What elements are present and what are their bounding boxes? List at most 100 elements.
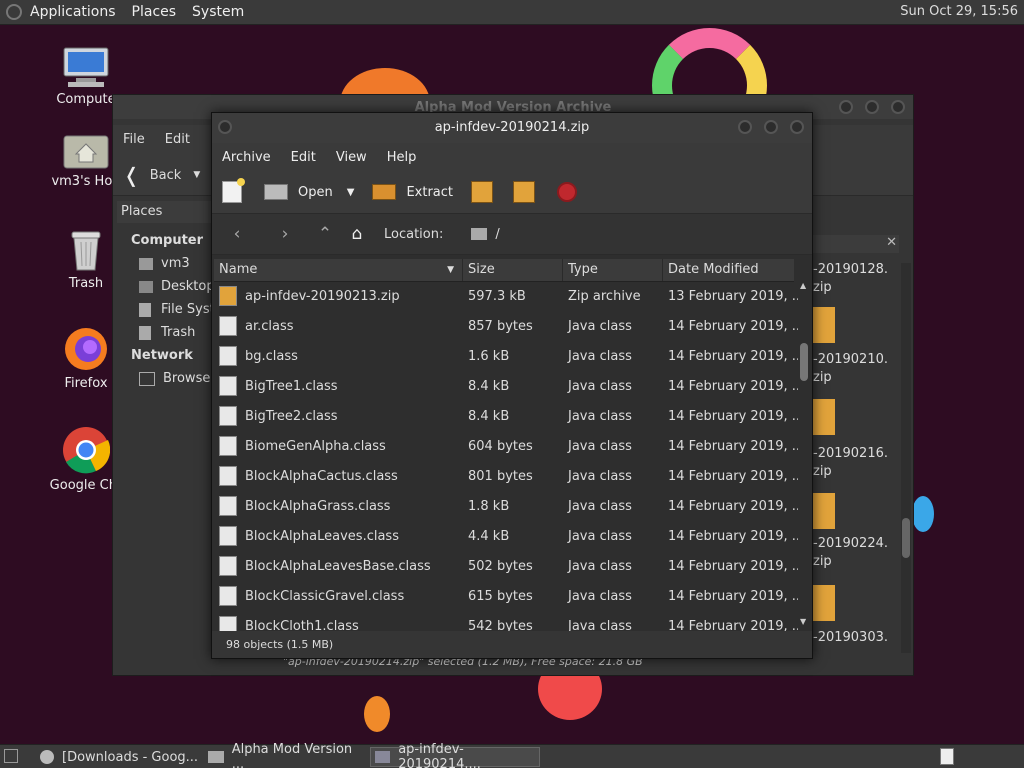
menu-edit[interactable]: Edit: [281, 150, 326, 165]
table-row[interactable]: BlockAlphaCactus.class 801 bytes Java clas…: [214, 461, 798, 491]
sidebar-item-desktop[interactable]: Desktop: [139, 279, 215, 294]
applications-logo-icon[interactable]: [6, 4, 22, 20]
menu-system[interactable]: System: [184, 4, 252, 20]
sidebar-item-trash[interactable]: Trash: [139, 325, 195, 340]
column-header-size[interactable]: Size: [463, 259, 563, 281]
scroll-thumb[interactable]: [902, 518, 910, 558]
file-name-cell: BlockAlphaGrass.class: [245, 498, 391, 514]
table-row[interactable]: BigTree2.class 8.4 kB Java class 14 Februar…: [214, 401, 798, 431]
trash-icon: [139, 325, 151, 340]
menu-applications[interactable]: Applications: [22, 4, 124, 20]
table-row[interactable]: BlockAlphaLeaves.class 4.4 kB Java class 14…: [214, 521, 798, 551]
file-name-cont: zip: [813, 280, 832, 295]
taskbar-item[interactable]: [Downloads - Goog...: [36, 747, 200, 767]
close-button[interactable]: [790, 120, 804, 134]
open-dropdown-icon[interactable]: ▼: [347, 187, 355, 198]
desktop-icon-label: Firefox: [64, 376, 108, 391]
network-icon: [139, 371, 155, 386]
file-item[interactable]: -20190224. zip: [813, 535, 888, 571]
add-files-button[interactable]: [471, 181, 493, 203]
menu-help[interactable]: Help: [377, 150, 427, 165]
minimize-button[interactable]: [839, 100, 853, 114]
table-row[interactable]: BlockCloth1.class 542 bytes Java class 14 F…: [214, 611, 798, 631]
column-header-name[interactable]: Name ▼: [214, 259, 463, 281]
taskbar-item-active[interactable]: ap-infdev-20190214....: [370, 742, 540, 768]
new-archive-button[interactable]: [222, 178, 245, 203]
sidebar-selector[interactable]: Places: [117, 201, 212, 223]
file-type-cell: Java class: [568, 468, 632, 484]
file-name: -20190224.: [813, 536, 888, 551]
show-desktop-icon[interactable]: [4, 749, 18, 763]
file-name: -20190216.: [813, 446, 888, 461]
file-name-cont: zip: [813, 554, 832, 569]
menu-view[interactable]: View: [326, 150, 377, 165]
file-type-cell: Java class: [568, 378, 632, 394]
file-size-cell: 597.3 kB: [468, 288, 526, 304]
close-icon[interactable]: ✕: [886, 235, 897, 250]
column-header-type[interactable]: Type: [563, 259, 663, 281]
home-icon: [139, 257, 153, 270]
sidebar-item-browse[interactable]: Browse: [139, 371, 210, 386]
stop-button[interactable]: [557, 182, 577, 202]
sidebar-item-vm3[interactable]: vm3: [139, 256, 190, 271]
forward-arrow-icon[interactable]: ›: [274, 224, 296, 244]
extract-button[interactable]: Extract: [372, 184, 453, 200]
menu-file[interactable]: File: [113, 132, 155, 147]
desktop-icon-label: Compute: [56, 92, 116, 107]
file-date-cell: 14 February 2019, ...: [668, 378, 798, 394]
file-size-cell: 8.4 kB: [468, 378, 510, 394]
java-class-file-icon: [219, 556, 237, 576]
back-button[interactable]: ❬ Back ▼: [123, 163, 200, 187]
back-arrow-icon: ❬: [123, 163, 140, 187]
scroll-down-icon[interactable]: ▼: [800, 617, 806, 626]
workspace-switcher-icon[interactable]: [940, 748, 954, 765]
desktop-icon-label: Trash: [68, 276, 104, 291]
menu-edit[interactable]: Edit: [155, 132, 200, 147]
home-icon[interactable]: ⌂: [346, 224, 368, 244]
file-item[interactable]: -20190216. zip: [813, 445, 888, 481]
table-row[interactable]: BlockClassicGravel.class 615 bytes Java cl…: [214, 581, 798, 611]
up-arrow-icon[interactable]: ⌃: [314, 224, 336, 244]
file-date-cell: 14 February 2019, ...: [668, 318, 798, 334]
file-name-cell: BlockAlphaLeaves.class: [245, 528, 399, 544]
add-folder-button[interactable]: [513, 181, 535, 203]
file-date-cell: 14 February 2019, ...: [668, 618, 798, 632]
back-arrow-icon[interactable]: ‹: [226, 224, 248, 244]
location-path[interactable]: /: [495, 227, 499, 242]
sidebar-item-filesystem[interactable]: File Syst: [139, 302, 215, 317]
maximize-button[interactable]: [764, 120, 778, 134]
table-row[interactable]: ar.class 857 bytes Java class 14 February 2…: [214, 311, 798, 341]
table-row[interactable]: BlockAlphaGrass.class 1.8 kB Java class 14 …: [214, 491, 798, 521]
close-button[interactable]: [891, 100, 905, 114]
zip-folder-icon: [813, 493, 835, 529]
chevron-down-icon[interactable]: ▼: [193, 170, 200, 180]
maximize-button[interactable]: [865, 100, 879, 114]
wallpaper-blob: [364, 696, 390, 732]
column-header-date[interactable]: Date Modified: [663, 259, 794, 281]
file-list-scrollbar[interactable]: ▲ ▼: [798, 281, 810, 631]
file-type-cell: Java class: [568, 408, 632, 424]
menu-archive[interactable]: Archive: [212, 150, 281, 165]
file-item[interactable]: -20190128. zip: [813, 261, 888, 297]
table-row[interactable]: BiomeGenAlpha.class 604 bytes Java class 14…: [214, 431, 798, 461]
table-row[interactable]: BlockAlphaLeavesBase.class 502 bytes Java …: [214, 551, 798, 581]
table-row[interactable]: ap-infdev-20190213.zip 597.3 kB Zip archiv…: [214, 281, 798, 311]
file-item[interactable]: -20190303.: [813, 629, 888, 647]
taskbar-item[interactable]: Alpha Mod Version ...: [204, 742, 366, 768]
table-row[interactable]: bg.class 1.6 kB Java class 14 February 2019…: [214, 341, 798, 371]
back-scrollbar[interactable]: [901, 263, 911, 653]
file-type-cell: Java class: [568, 558, 632, 574]
menu-places[interactable]: Places: [124, 4, 185, 20]
clock[interactable]: Sun Oct 29, 15:56: [900, 4, 1018, 19]
minimize-button[interactable]: [738, 120, 752, 134]
open-button[interactable]: Open: [264, 184, 333, 200]
sidebar-item-label: Browse: [163, 371, 211, 386]
file-size-cell: 4.4 kB: [468, 528, 510, 544]
taskbar-label: [Downloads - Goog...: [62, 749, 199, 765]
scroll-thumb[interactable]: [800, 343, 808, 381]
toolbar: Open ▼ Extract: [212, 171, 812, 214]
table-row[interactable]: BigTree1.class 8.4 kB Java class 14 Februar…: [214, 371, 798, 401]
file-item[interactable]: -20190210. zip: [813, 351, 888, 387]
window-menu-button[interactable]: [218, 120, 232, 134]
scroll-up-icon[interactable]: ▲: [800, 281, 806, 290]
